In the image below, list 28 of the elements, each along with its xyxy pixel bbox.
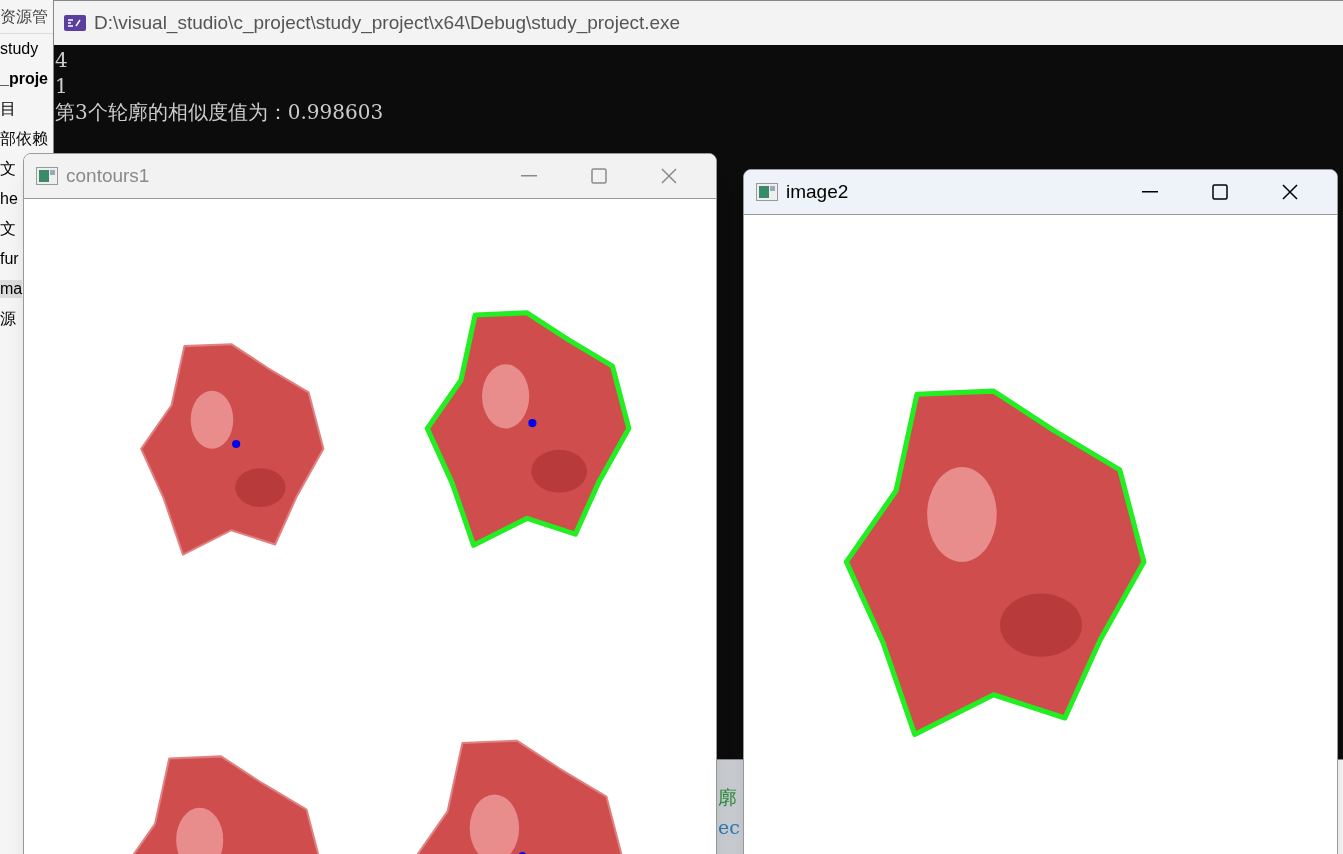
tree-item[interactable]: _proje [0, 70, 48, 88]
console-icon [64, 15, 86, 31]
tree-item[interactable]: 源 [0, 310, 16, 328]
minimize-icon [1142, 191, 1158, 193]
app-icon [756, 183, 778, 201]
tree-item[interactable]: he [0, 190, 18, 208]
window-title: contours1 [66, 163, 150, 188]
app-icon [36, 167, 58, 185]
code-line: ec [718, 815, 741, 840]
tree-item[interactable]: 目 [0, 100, 16, 118]
panel-title: 资源管 [0, 7, 48, 26]
console-line: 第3个轮廓的相似度值为：0.998603 [55, 99, 385, 125]
minimize-icon [521, 175, 537, 177]
tree-item[interactable]: fur [0, 250, 19, 268]
window-title: image2 [786, 179, 849, 204]
tree-item[interactable]: 文 [0, 220, 16, 238]
tree-item[interactable]: study [0, 40, 39, 58]
window-title: D:\visual_studio\c_project\study_project\x64\Debug\study_project.exe [94, 10, 681, 36]
close-icon [1282, 184, 1298, 200]
close-icon [661, 168, 677, 184]
tree-item[interactable]: 部依赖 [0, 130, 48, 148]
tree-item[interactable]: 文 [0, 160, 16, 178]
maximize-icon [591, 168, 607, 184]
maximize-icon [1212, 184, 1228, 200]
console-line: 4 [55, 47, 69, 73]
code-line: 廓 [718, 785, 738, 810]
console-line: 1 [55, 73, 69, 99]
tree-item[interactable]: ma [0, 280, 23, 298]
